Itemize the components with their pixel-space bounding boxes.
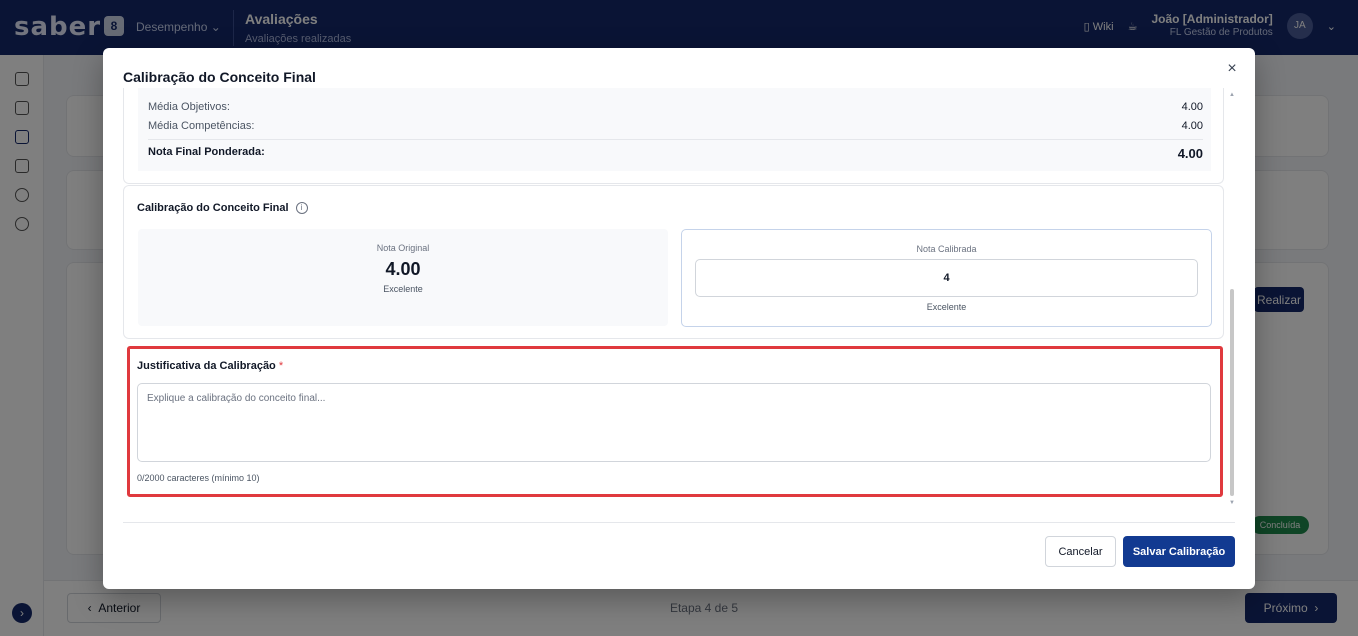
media-objetivos-label: Média Objetivos: bbox=[148, 101, 230, 113]
modal-scrollbar-thumb[interactable] bbox=[1230, 289, 1234, 496]
save-calibration-button[interactable]: Salvar Calibração bbox=[1123, 536, 1235, 567]
justification-title-text: Justificativa da Calibração bbox=[137, 360, 276, 372]
required-mark: * bbox=[278, 360, 284, 372]
cancel-button[interactable]: Cancelar bbox=[1045, 536, 1116, 567]
modal-title: Calibração do Conceito Final bbox=[123, 69, 316, 85]
original-score-card: Nota Original 4.00 Excelente bbox=[138, 229, 668, 326]
scroll-down-arrow[interactable]: ▼ bbox=[1229, 500, 1235, 506]
original-score-label: Nota Original bbox=[376, 243, 430, 253]
modal-scroll-area[interactable]: Média Objetivos: 4.00 Média Competências… bbox=[123, 88, 1239, 503]
calibrated-score-input[interactable] bbox=[695, 259, 1198, 297]
close-icon[interactable]: × bbox=[1223, 60, 1241, 78]
media-competencias-label: Média Competências: bbox=[148, 120, 255, 132]
calibration-modal: Calibração do Conceito Final × Média Obj… bbox=[103, 48, 1255, 589]
calibration-title: Calibração do Conceito Final i bbox=[137, 202, 308, 214]
character-counter: 0/2000 caracteres (mínimo 10) bbox=[137, 473, 260, 483]
media-competencias-row: Média Competências: 4.00 bbox=[148, 120, 1203, 132]
original-score-value: 4.00 bbox=[385, 259, 421, 279]
nota-final-label: Nota Final Ponderada: bbox=[148, 146, 265, 158]
justification-section: Justificativa da Calibração * 0/2000 car… bbox=[127, 346, 1223, 497]
nota-final-row: Nota Final Ponderada: 4.00 bbox=[148, 146, 1203, 161]
justification-title: Justificativa da Calibração * bbox=[137, 360, 283, 372]
calibration-title-text: Calibração do Conceito Final bbox=[137, 202, 289, 214]
calibrated-score-label: Nota Calibrada bbox=[916, 244, 977, 254]
media-objetivos-value: 4.00 bbox=[1181, 101, 1203, 113]
footer-divider bbox=[123, 522, 1235, 523]
score-summary-panel: Média Objetivos: 4.00 Média Competências… bbox=[138, 88, 1211, 171]
score-summary: Média Objetivos: 4.00 Média Competências… bbox=[123, 88, 1224, 184]
info-icon[interactable]: i bbox=[295, 202, 308, 214]
calibrated-concept: Excelente bbox=[926, 302, 967, 312]
original-concept: Excelente bbox=[383, 284, 423, 294]
nota-final-value: 4.00 bbox=[1177, 146, 1203, 161]
media-objetivos-row: Média Objetivos: 4.00 bbox=[148, 101, 1203, 113]
calibrated-score-card: Nota Calibrada Excelente bbox=[681, 229, 1212, 327]
justification-textarea[interactable] bbox=[137, 383, 1211, 462]
calibration-section: Calibração do Conceito Final i Nota Orig… bbox=[123, 185, 1224, 339]
media-competencias-value: 4.00 bbox=[1181, 120, 1203, 132]
scroll-up-arrow[interactable]: ▲ bbox=[1229, 92, 1235, 98]
summary-divider bbox=[148, 139, 1203, 140]
